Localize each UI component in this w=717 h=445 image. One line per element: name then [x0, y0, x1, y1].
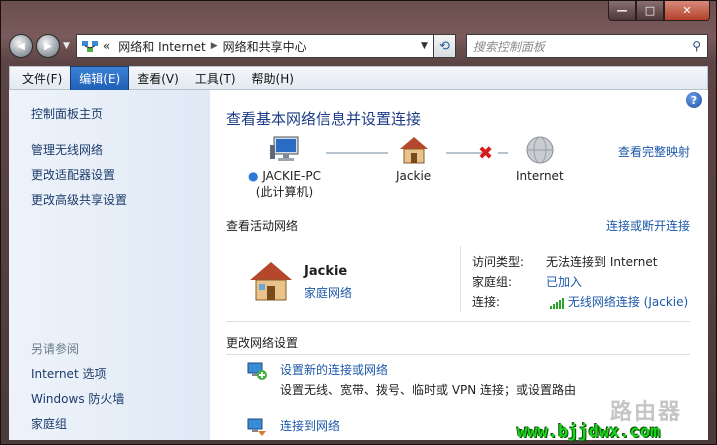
- forward-arrow-icon: ▶: [44, 40, 52, 52]
- network-type-link[interactable]: 家庭网络: [304, 284, 352, 301]
- menu-file[interactable]: 文件(F): [14, 67, 70, 90]
- new-connection-icon: [247, 362, 267, 380]
- help-icon[interactable]: ?: [686, 92, 702, 108]
- address-bar[interactable]: « 网络和 Internet ▶ 网络和共享中心 ▼: [75, 34, 434, 58]
- see-also-heading: 另请参阅: [31, 342, 80, 356]
- active-network-heading: 查看活动网络: [226, 219, 299, 233]
- internet-globe-icon: [526, 136, 554, 164]
- sidebar-homegroup[interactable]: 家庭组: [31, 412, 210, 437]
- breadcrumb-separator-icon[interactable]: ▶: [211, 41, 218, 51]
- task-new-connection: 设置新的连接或网络 设置无线、宽带、拨号、临时或 VPN 连接；或设置路由: [226, 361, 690, 411]
- internet-label: Internet: [516, 169, 564, 183]
- map-internet[interactable]: Internet: [516, 135, 564, 184]
- sidebar-change-adapter[interactable]: 更改适配器设置: [31, 163, 210, 188]
- address-dropdown-icon[interactable]: ▼: [421, 41, 428, 51]
- active-network-panel: Jackie 家庭网络 访问类型: 无法连接到 Internet 家庭组: 已加入 …: [226, 238, 690, 322]
- menu-tools[interactable]: 工具(T): [187, 67, 244, 90]
- search-placeholder: 搜索控制面板: [472, 39, 545, 54]
- sidebar-manage-wireless[interactable]: 管理无线网络: [31, 138, 210, 163]
- maximize-button[interactable]: □: [636, 1, 664, 21]
- back-arrow-icon: ◀: [17, 40, 25, 52]
- navigation-bar: ◀ ▶ ▼ « 网络和 Internet ▶ 网络和共享中心 ▼ ⟲ 搜索控制面…: [9, 31, 708, 61]
- network-icon: [81, 41, 98, 52]
- active-network-header: 查看活动网络 连接或断开连接: [226, 217, 690, 234]
- sidebar-windows-firewall[interactable]: Windows 防火墙: [31, 387, 210, 412]
- forward-button[interactable]: ▶: [36, 34, 60, 58]
- search-box[interactable]: 搜索控制面板 ⚲: [465, 34, 708, 58]
- recent-pages-dropdown[interactable]: ▼: [63, 41, 70, 51]
- change-settings-heading: 更改网络设置: [226, 334, 690, 355]
- refresh-button[interactable]: ⟲: [433, 34, 456, 58]
- network-properties: 访问类型: 无法连接到 Internet 家庭组: 已加入 连接: 无线网络连接 (…: [472, 252, 688, 312]
- menu-bar: 文件(F) 编辑(E) 查看(V) 工具(T) 帮助(H): [9, 65, 708, 91]
- map-network[interactable]: Jackie: [396, 135, 431, 184]
- divider: [460, 246, 461, 312]
- sidebar-control-panel-home[interactable]: 控制面板主页: [31, 102, 210, 127]
- view-full-map-link[interactable]: 查看完整映射: [618, 143, 690, 160]
- main-panel: ? 查看基本网络信息并设置连接 ● JACKIE-PC (此计算机) Jacki…: [210, 90, 708, 440]
- broken-connection-icon: ✖: [478, 143, 494, 164]
- setup-new-connection-desc: 设置无线、宽带、拨号、临时或 VPN 连接；或设置路由: [280, 383, 577, 397]
- map-computer[interactable]: ● JACKIE-PC (此计算机): [248, 135, 321, 200]
- menu-edit[interactable]: 编辑(E): [70, 65, 130, 91]
- wifi-signal-icon: [549, 297, 564, 309]
- home-network-icon: [250, 262, 292, 301]
- menu-view[interactable]: 查看(V): [129, 67, 187, 90]
- homegroup-label: 家庭组:: [472, 275, 513, 289]
- connection-label: 连接:: [472, 295, 501, 309]
- caption-buttons: — □ ✕: [608, 1, 710, 21]
- menu-help[interactable]: 帮助(H): [244, 67, 302, 90]
- breadcrumb-root[interactable]: «: [103, 39, 110, 53]
- close-button[interactable]: ✕: [664, 1, 710, 21]
- network-name-label: Jackie: [396, 169, 432, 183]
- network-map: ● JACKIE-PC (此计算机) Jackie ✖ Internet 查看完…: [226, 135, 690, 207]
- sidebar-advanced-sharing[interactable]: 更改高级共享设置: [31, 188, 210, 213]
- sidebar: 控制面板主页 管理无线网络 更改适配器设置 更改高级共享设置 另请参阅 Inte…: [9, 90, 210, 440]
- window-frame: — □ ✕ ◀ ▶ ▼ « 网络和 Internet ▶ 网络和共享中心 ▼ ⟲…: [0, 0, 717, 445]
- connect-disconnect-link[interactable]: 连接或断开连接: [606, 217, 690, 234]
- computer-subtitle: (此计算机): [255, 185, 314, 199]
- homegroup-joined-link[interactable]: 已加入: [546, 275, 582, 289]
- house-icon: [399, 137, 428, 164]
- content-area: 控制面板主页 管理无线网络 更改适配器设置 更改高级共享设置 另请参阅 Inte…: [9, 90, 708, 440]
- connect-network-icon: [247, 418, 266, 436]
- map-connection-line: [326, 152, 388, 154]
- page-title: 查看基本网络信息并设置连接: [226, 110, 422, 128]
- globe-small-icon: ●: [248, 169, 259, 183]
- computer-icon: [270, 136, 299, 161]
- connect-to-network-link[interactable]: 连接到网络: [280, 417, 690, 435]
- access-type-label: 访问类型:: [472, 255, 525, 269]
- breadcrumb-network-sharing-center[interactable]: 网络和共享中心: [223, 38, 307, 55]
- search-icon[interactable]: ⚲: [692, 39, 701, 53]
- task-connect-network: 连接到网络: [226, 417, 690, 440]
- sidebar-internet-options[interactable]: Internet 选项: [31, 362, 210, 387]
- breadcrumb-network-internet[interactable]: 网络和 Internet: [118, 38, 205, 55]
- active-network-name: Jackie: [304, 264, 348, 279]
- access-type-value: 无法连接到 Internet: [546, 255, 658, 269]
- computer-name: JACKIE-PC: [262, 169, 321, 183]
- setup-new-connection-link[interactable]: 设置新的连接或网络: [280, 361, 690, 379]
- map-connection-line: [498, 152, 508, 154]
- wireless-connection-link[interactable]: 无线网络连接 (Jackie): [568, 295, 688, 309]
- minimize-button[interactable]: —: [608, 1, 636, 21]
- refresh-icon: ⟲: [438, 38, 450, 54]
- back-button[interactable]: ◀: [9, 34, 33, 58]
